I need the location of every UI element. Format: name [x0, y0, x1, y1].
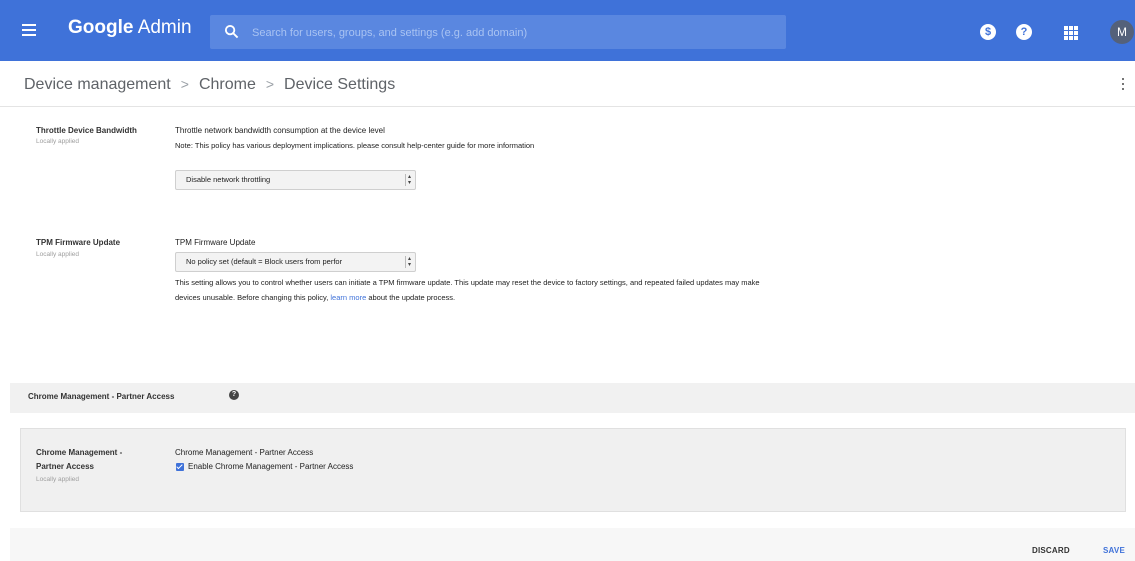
breadcrumb: Device management > Chrome > Device Settings [24, 76, 395, 94]
learn-more-link[interactable]: learn more [330, 293, 366, 302]
setting-note-throttle: Note: This policy has various deployment… [175, 141, 535, 150]
setting-name-tpm: TPM Firmware Update [36, 238, 121, 247]
avatar[interactable]: M [1110, 20, 1134, 44]
setting-status-tpm: Locally applied [36, 251, 80, 258]
apps-grid-icon[interactable] [1064, 26, 1078, 40]
breadcrumb-device-settings: Device Settings [284, 76, 396, 93]
dollar-icon[interactable]: $ [980, 24, 996, 40]
enable-partner-access-checkbox[interactable] [176, 463, 184, 471]
app-brand[interactable]: Google Admin [68, 17, 192, 39]
search-input[interactable] [250, 23, 774, 43]
partner-access-card: Chrome Management - Partner Access Local… [20, 428, 1126, 512]
brand-google: Google [68, 17, 134, 38]
search-icon [224, 24, 239, 39]
search-bar[interactable] [210, 15, 786, 49]
throttle-select[interactable]: Disable network throttling ▴ ▾ [175, 170, 416, 190]
tpm-desc-line1: This setting allows you to control wheth… [175, 278, 760, 287]
setting-title-throttle: Throttle network bandwidth consumption a… [175, 126, 385, 135]
setting-status-throttle: Locally applied [36, 138, 80, 145]
breadcrumb-bar: Device management > Chrome > Device Settings [0, 61, 1135, 107]
discard-button[interactable]: DISCARD [1032, 546, 1070, 555]
action-footer: DISCARD SAVE [10, 528, 1135, 561]
brand-admin: Admin [137, 17, 192, 38]
section-header: Chrome Management - Partner Access ? [10, 383, 1135, 413]
section-title: Chrome Management - Partner Access [28, 392, 175, 401]
tpm-desc-line2: devices unusable. Before changing this p… [175, 290, 1075, 305]
more-vert-icon[interactable] [1122, 78, 1126, 94]
tpm-select[interactable]: No policy set (default = Block users fro… [175, 252, 416, 272]
menu-icon[interactable] [22, 24, 36, 36]
help-icon[interactable]: ? [229, 390, 239, 400]
breadcrumb-separator: > [265, 76, 275, 92]
save-button[interactable]: SAVE [1103, 546, 1125, 555]
setting-status-partner: Locally applied [36, 476, 80, 483]
select-arrow-icon: ▴ ▾ [405, 174, 413, 186]
tpm-desc-text-after: about the update process. [368, 293, 456, 302]
breadcrumb-chrome[interactable]: Chrome [199, 76, 256, 93]
breadcrumb-separator: > [180, 76, 189, 92]
setting-description-tpm: This setting allows you to control wheth… [175, 275, 1075, 305]
setting-name-throttle: Throttle Device Bandwidth [36, 126, 137, 135]
throttle-select-value: Disable network throttling [186, 175, 271, 184]
tpm-select-value: No policy set (default = Block users fro… [186, 257, 343, 266]
setting-title-partner: Chrome Management - Partner Access [175, 448, 314, 457]
setting-title-tpm: TPM Firmware Update [175, 238, 256, 247]
setting-name-partner-line2: Partner Access [36, 462, 94, 471]
top-app-bar: Google Admin $ ? M [0, 0, 1135, 61]
setting-name-partner-line1: Chrome Management - [36, 448, 123, 457]
select-arrow-icon: ▴ ▾ [405, 256, 413, 268]
tpm-desc-text: devices unusable. Before changing this p… [175, 293, 329, 302]
help-icon[interactable]: ? [1016, 24, 1032, 40]
breadcrumb-device-management[interactable]: Device management [24, 76, 171, 93]
checkbox-label[interactable]: Enable Chrome Management - Partner Acces… [188, 462, 353, 471]
